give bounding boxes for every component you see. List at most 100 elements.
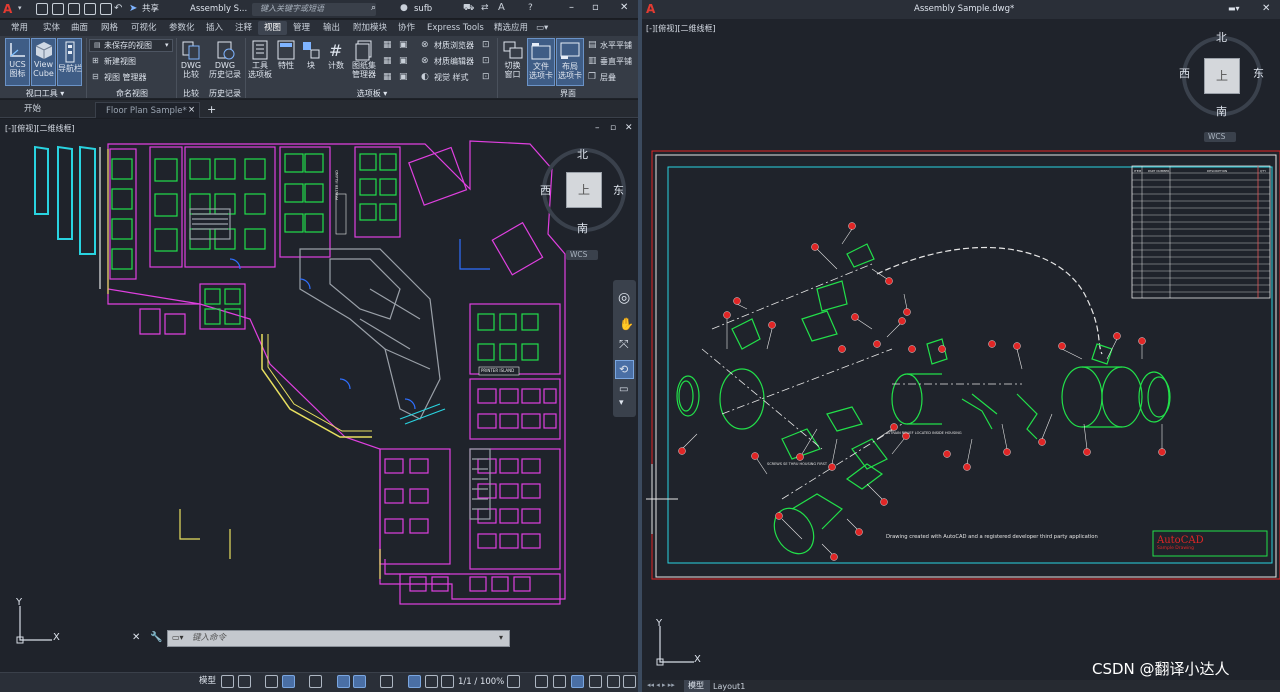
customization-icon[interactable] <box>607 675 620 688</box>
tab-scroll-icons[interactable]: ◂◂ ◂ ▸ ▸▸ <box>647 682 675 689</box>
autoscale-icon[interactable] <box>425 675 438 688</box>
cascade-icon[interactable]: ❐ <box>588 73 596 82</box>
compass-west[interactable]: 西 <box>540 185 551 196</box>
view-manager-icon[interactable]: ⊟ <box>92 73 99 81</box>
infer-constraints-icon[interactable] <box>265 675 278 688</box>
isolate-objects-icon[interactable] <box>553 675 566 688</box>
tab-express-tools[interactable]: Express Tools <box>421 21 490 35</box>
model-space-button[interactable]: 模型 <box>199 677 216 686</box>
share-button[interactable]: 共享 <box>142 5 159 14</box>
polar-tracking-icon[interactable] <box>309 675 322 688</box>
minimize-icon[interactable]: – <box>569 3 574 13</box>
showmotion-icon[interactable]: ▭ <box>619 385 628 395</box>
search-icon[interactable]: ⌕ <box>371 4 376 13</box>
wcs-menu[interactable]: WCS <box>1204 132 1236 142</box>
named-view-dropdown[interactable]: ▤ 未保存的视图 ▾ <box>89 39 173 52</box>
file-tabs-button[interactable]: 文件 选项卡 <box>527 38 555 86</box>
orbit-button[interactable]: ⟲ <box>615 360 634 379</box>
close-tab-icon[interactable]: × <box>188 106 195 115</box>
ucs-icon-button[interactable]: UCS 图标 <box>5 38 30 86</box>
search-box[interactable]: 键入关键字或短语 <box>252 3 376 16</box>
tab-annotate[interactable]: 注释 <box>229 21 258 35</box>
pan-icon[interactable]: ✋ <box>619 318 634 330</box>
palette-icon[interactable]: ▦ <box>383 73 392 82</box>
palette-icon[interactable]: ▣ <box>399 41 408 50</box>
panel-title-palettes[interactable]: 选项板 ▾ <box>248 89 496 99</box>
view-manager-button[interactable]: 视图 管理器 <box>104 74 147 82</box>
tile-horizontal-icon[interactable]: ▤ <box>588 41 597 50</box>
material-browser-button[interactable]: 材质浏览器 <box>434 42 474 50</box>
compass-east[interactable]: 东 <box>1253 68 1264 79</box>
menu-icon[interactable] <box>623 675 636 688</box>
start-tab[interactable]: 开始 <box>24 105 41 114</box>
viewcube-top-face[interactable]: 上 <box>566 172 602 208</box>
help-icon[interactable]: ? <box>528 4 533 13</box>
save-as-icon[interactable] <box>84 3 96 15</box>
annotation-visibility-icon[interactable] <box>408 675 421 688</box>
snap-icon[interactable] <box>238 675 251 688</box>
palette-icon[interactable]: ⊡ <box>482 41 490 50</box>
close-command-line-icon[interactable]: ✕ <box>132 633 140 643</box>
compass-east[interactable]: 东 <box>613 185 624 196</box>
new-view-button[interactable]: 新建视图 <box>104 58 136 66</box>
tab-visualize[interactable]: 可视化 <box>125 21 163 35</box>
chevron-down-icon[interactable]: ▾ <box>499 634 503 642</box>
tab-collaborate[interactable]: 协作 <box>392 21 421 35</box>
plus-icon[interactable] <box>535 675 548 688</box>
close-icon[interactable]: ✕ <box>620 3 628 13</box>
tile-vertical-button[interactable]: 垂直平铺 <box>600 58 632 66</box>
exchange-icon[interactable]: ⇄ <box>481 4 489 13</box>
dwg-compare-button[interactable]: DWG 比较 <box>179 38 203 86</box>
tab-mesh[interactable]: 网格 <box>95 21 124 35</box>
visual-styles-icon[interactable]: ◐ <box>421 73 429 82</box>
tab-featured-apps[interactable]: 精选应用 <box>488 21 534 35</box>
tab-addins[interactable]: 附加模块 <box>347 21 393 35</box>
tab-insert[interactable]: 插入 <box>200 21 229 35</box>
tool-palettes-button[interactable]: 工具 选项板 <box>248 38 272 86</box>
layout1-tab[interactable]: Layout1 <box>713 683 745 691</box>
wcs-menu[interactable]: WCS <box>566 250 598 260</box>
ortho-icon[interactable] <box>282 675 295 688</box>
palette-icon[interactable]: ▦ <box>383 57 392 66</box>
open-file-icon[interactable] <box>52 3 64 15</box>
tab-parametric[interactable]: 参数化 <box>163 21 201 35</box>
command-input[interactable]: ▭▾ 键入命令 ▾ <box>167 630 510 647</box>
block-button[interactable]: 块 <box>300 38 322 86</box>
material-browser-icon[interactable]: ⊗ <box>421 41 429 50</box>
compass-south[interactable]: 南 <box>577 223 588 234</box>
viewcube-button[interactable]: View Cube <box>31 38 56 86</box>
new-file-icon[interactable] <box>36 3 48 15</box>
tab-manage[interactable]: 管理 <box>287 21 316 35</box>
palette-icon[interactable]: ▦ <box>383 41 392 50</box>
floor-plan-tab[interactable]: Floor Plan Sample* × <box>95 102 200 118</box>
window-menu-icon[interactable]: ▬▾ <box>1228 5 1240 13</box>
annotation-scale-icon[interactable] <box>441 675 454 688</box>
material-editor-icon[interactable]: ⊗ <box>421 57 429 66</box>
hardware-acceleration-icon[interactable] <box>571 675 584 688</box>
cascade-button[interactable]: 层叠 <box>600 74 616 82</box>
sheet-set-manager-button[interactable]: 图纸集 管理器 <box>350 38 378 86</box>
new-tab-button[interactable]: + <box>207 104 216 115</box>
object-snap-icon[interactable] <box>380 675 393 688</box>
palette-icon[interactable]: ⊡ <box>482 73 490 82</box>
object-snap-tracking-icon[interactable] <box>353 675 366 688</box>
viewcube-top-face[interactable]: 上 <box>1204 58 1240 94</box>
grid-icon[interactable] <box>221 675 234 688</box>
annotation-scale-value[interactable]: 1/1 / 100% <box>458 678 504 687</box>
undo-icon[interactable]: ↶ <box>114 4 122 14</box>
model-tab[interactable]: 模型 <box>684 680 710 692</box>
compass-north[interactable]: 北 <box>577 149 588 160</box>
compass-north[interactable]: 北 <box>1216 32 1227 43</box>
isodraft-icon[interactable] <box>337 675 350 688</box>
user-icon[interactable]: ● <box>400 4 408 13</box>
chevron-down-icon[interactable]: ▾ <box>18 5 22 12</box>
visual-styles-button[interactable]: 视觉 样式 <box>434 74 469 82</box>
tab-view[interactable]: 视图 <box>258 21 288 35</box>
compass-west[interactable]: 西 <box>1179 68 1190 79</box>
share-icon[interactable]: ➤ <box>129 4 137 14</box>
navigation-bar-button[interactable]: 导航栏 <box>57 38 82 86</box>
autodesk-icon[interactable]: A <box>498 3 505 13</box>
ribbon-toggle-icon[interactable]: ▭▾ <box>533 21 551 35</box>
save-icon[interactable] <box>68 3 80 15</box>
user-name[interactable]: sufb <box>414 5 432 14</box>
